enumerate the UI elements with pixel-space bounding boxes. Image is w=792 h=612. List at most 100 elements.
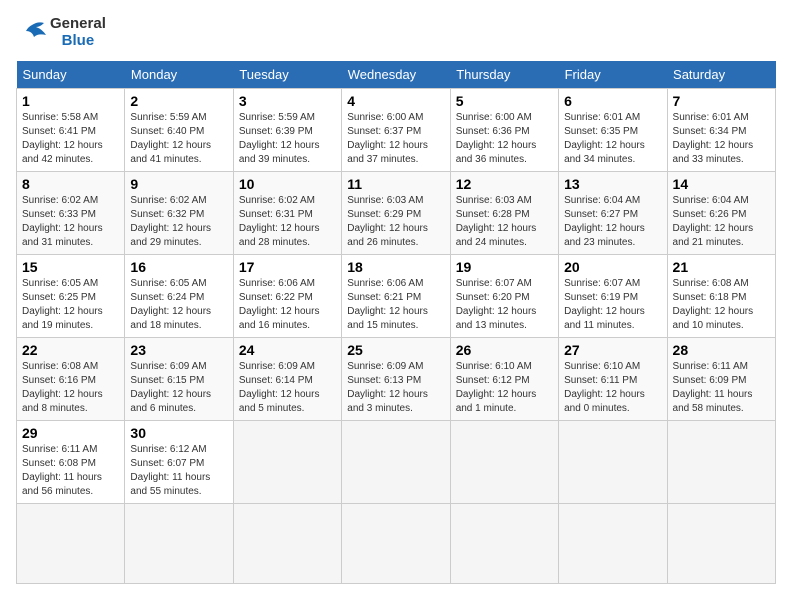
- day-cell: 19 Sunrise: 6:07 AM Sunset: 6:20 PM Dayl…: [450, 255, 558, 338]
- logo-container: General Blue: [16, 16, 106, 49]
- calendar-row: 15 Sunrise: 6:05 AM Sunset: 6:25 PM Dayl…: [17, 255, 776, 338]
- day-number: 10: [239, 176, 336, 192]
- day-info: Sunrise: 6:00 AM Sunset: 6:37 PM Dayligh…: [347, 111, 444, 167]
- day-info: Sunrise: 6:05 AM Sunset: 6:24 PM Dayligh…: [130, 277, 227, 333]
- day-info: Sunrise: 6:00 AM Sunset: 6:36 PM Dayligh…: [456, 111, 553, 167]
- day-cell: 17 Sunrise: 6:06 AM Sunset: 6:22 PM Dayl…: [233, 255, 341, 338]
- day-number: 3: [239, 93, 336, 109]
- day-cell: 14 Sunrise: 6:04 AM Sunset: 6:26 PM Dayl…: [667, 172, 775, 255]
- calendar-row: 29 Sunrise: 6:11 AM Sunset: 6:08 PM Dayl…: [17, 421, 776, 504]
- day-number: 28: [673, 342, 770, 358]
- day-cell: 26 Sunrise: 6:10 AM Sunset: 6:12 PM Dayl…: [450, 338, 558, 421]
- day-number: 2: [130, 93, 227, 109]
- day-cell: 15 Sunrise: 6:05 AM Sunset: 6:25 PM Dayl…: [17, 255, 125, 338]
- day-cell: 9 Sunrise: 6:02 AM Sunset: 6:32 PM Dayli…: [125, 172, 233, 255]
- day-cell: 13 Sunrise: 6:04 AM Sunset: 6:27 PM Dayl…: [559, 172, 667, 255]
- day-cell: 27 Sunrise: 6:10 AM Sunset: 6:11 PM Dayl…: [559, 338, 667, 421]
- col-tuesday: Tuesday: [233, 61, 341, 89]
- day-cell: 21 Sunrise: 6:08 AM Sunset: 6:18 PM Dayl…: [667, 255, 775, 338]
- day-cell: 4 Sunrise: 6:00 AM Sunset: 6:37 PM Dayli…: [342, 89, 450, 172]
- col-wednesday: Wednesday: [342, 61, 450, 89]
- day-cell: 3 Sunrise: 5:59 AM Sunset: 6:39 PM Dayli…: [233, 89, 341, 172]
- calendar-table: Sunday Monday Tuesday Wednesday Thursday…: [16, 61, 776, 584]
- day-number: 9: [130, 176, 227, 192]
- day-number: 18: [347, 259, 444, 275]
- day-number: 30: [130, 425, 227, 441]
- day-info: Sunrise: 6:09 AM Sunset: 6:15 PM Dayligh…: [130, 360, 227, 416]
- empty-cell: [559, 421, 667, 504]
- day-info: Sunrise: 6:08 AM Sunset: 6:16 PM Dayligh…: [22, 360, 119, 416]
- day-info: Sunrise: 6:05 AM Sunset: 6:25 PM Dayligh…: [22, 277, 119, 333]
- day-info: Sunrise: 5:59 AM Sunset: 6:40 PM Dayligh…: [130, 111, 227, 167]
- day-info: Sunrise: 6:08 AM Sunset: 6:18 PM Dayligh…: [673, 277, 770, 333]
- empty-cell: [233, 504, 341, 584]
- empty-cell: [450, 421, 558, 504]
- day-info: Sunrise: 6:06 AM Sunset: 6:21 PM Dayligh…: [347, 277, 444, 333]
- day-info: Sunrise: 6:02 AM Sunset: 6:32 PM Dayligh…: [130, 194, 227, 250]
- day-number: 16: [130, 259, 227, 275]
- day-info: Sunrise: 6:11 AM Sunset: 6:08 PM Dayligh…: [22, 443, 119, 499]
- page-header: General Blue: [16, 16, 776, 49]
- day-info: Sunrise: 5:58 AM Sunset: 6:41 PM Dayligh…: [22, 111, 119, 167]
- col-sunday: Sunday: [17, 61, 125, 89]
- day-cell: 11 Sunrise: 6:03 AM Sunset: 6:29 PM Dayl…: [342, 172, 450, 255]
- day-number: 26: [456, 342, 553, 358]
- col-saturday: Saturday: [667, 61, 775, 89]
- day-cell: 20 Sunrise: 6:07 AM Sunset: 6:19 PM Dayl…: [559, 255, 667, 338]
- day-number: 27: [564, 342, 661, 358]
- day-number: 4: [347, 93, 444, 109]
- day-number: 5: [456, 93, 553, 109]
- empty-cell: [342, 504, 450, 584]
- day-number: 6: [564, 93, 661, 109]
- day-number: 21: [673, 259, 770, 275]
- day-info: Sunrise: 6:01 AM Sunset: 6:34 PM Dayligh…: [673, 111, 770, 167]
- empty-cell: [667, 504, 775, 584]
- day-cell: 30 Sunrise: 6:12 AM Sunset: 6:07 PM Dayl…: [125, 421, 233, 504]
- day-info: Sunrise: 6:12 AM Sunset: 6:07 PM Dayligh…: [130, 443, 227, 499]
- day-info: Sunrise: 6:04 AM Sunset: 6:27 PM Dayligh…: [564, 194, 661, 250]
- calendar-row: [17, 504, 776, 584]
- col-monday: Monday: [125, 61, 233, 89]
- day-cell: 7 Sunrise: 6:01 AM Sunset: 6:34 PM Dayli…: [667, 89, 775, 172]
- empty-cell: [667, 421, 775, 504]
- day-info: Sunrise: 6:01 AM Sunset: 6:35 PM Dayligh…: [564, 111, 661, 167]
- day-cell: 1 Sunrise: 5:58 AM Sunset: 6:41 PM Dayli…: [17, 89, 125, 172]
- logo-bird-icon: [16, 17, 48, 49]
- day-info: Sunrise: 6:11 AM Sunset: 6:09 PM Dayligh…: [673, 360, 770, 416]
- day-number: 23: [130, 342, 227, 358]
- day-info: Sunrise: 6:07 AM Sunset: 6:20 PM Dayligh…: [456, 277, 553, 333]
- empty-cell: [342, 421, 450, 504]
- day-info: Sunrise: 6:04 AM Sunset: 6:26 PM Dayligh…: [673, 194, 770, 250]
- day-info: Sunrise: 6:09 AM Sunset: 6:13 PM Dayligh…: [347, 360, 444, 416]
- day-cell: 12 Sunrise: 6:03 AM Sunset: 6:28 PM Dayl…: [450, 172, 558, 255]
- day-number: 13: [564, 176, 661, 192]
- day-number: 25: [347, 342, 444, 358]
- day-cell: 25 Sunrise: 6:09 AM Sunset: 6:13 PM Dayl…: [342, 338, 450, 421]
- day-info: Sunrise: 6:07 AM Sunset: 6:19 PM Dayligh…: [564, 277, 661, 333]
- day-cell: 28 Sunrise: 6:11 AM Sunset: 6:09 PM Dayl…: [667, 338, 775, 421]
- day-info: Sunrise: 6:02 AM Sunset: 6:33 PM Dayligh…: [22, 194, 119, 250]
- empty-cell: [233, 421, 341, 504]
- day-cell: 10 Sunrise: 6:02 AM Sunset: 6:31 PM Dayl…: [233, 172, 341, 255]
- calendar-row: 22 Sunrise: 6:08 AM Sunset: 6:16 PM Dayl…: [17, 338, 776, 421]
- day-cell: 2 Sunrise: 5:59 AM Sunset: 6:40 PM Dayli…: [125, 89, 233, 172]
- day-number: 15: [22, 259, 119, 275]
- empty-cell: [559, 504, 667, 584]
- col-thursday: Thursday: [450, 61, 558, 89]
- calendar-row: 1 Sunrise: 5:58 AM Sunset: 6:41 PM Dayli…: [17, 89, 776, 172]
- day-cell: 24 Sunrise: 6:09 AM Sunset: 6:14 PM Dayl…: [233, 338, 341, 421]
- day-cell: 29 Sunrise: 6:11 AM Sunset: 6:08 PM Dayl…: [17, 421, 125, 504]
- day-number: 20: [564, 259, 661, 275]
- day-cell: 6 Sunrise: 6:01 AM Sunset: 6:35 PM Dayli…: [559, 89, 667, 172]
- logo-general: General: [50, 16, 106, 33]
- day-number: 1: [22, 93, 119, 109]
- day-info: Sunrise: 6:10 AM Sunset: 6:11 PM Dayligh…: [564, 360, 661, 416]
- logo: General Blue: [16, 16, 106, 49]
- day-number: 11: [347, 176, 444, 192]
- day-info: Sunrise: 6:03 AM Sunset: 6:28 PM Dayligh…: [456, 194, 553, 250]
- day-number: 12: [456, 176, 553, 192]
- empty-cell: [125, 504, 233, 584]
- empty-cell: [450, 504, 558, 584]
- day-number: 22: [22, 342, 119, 358]
- day-number: 8: [22, 176, 119, 192]
